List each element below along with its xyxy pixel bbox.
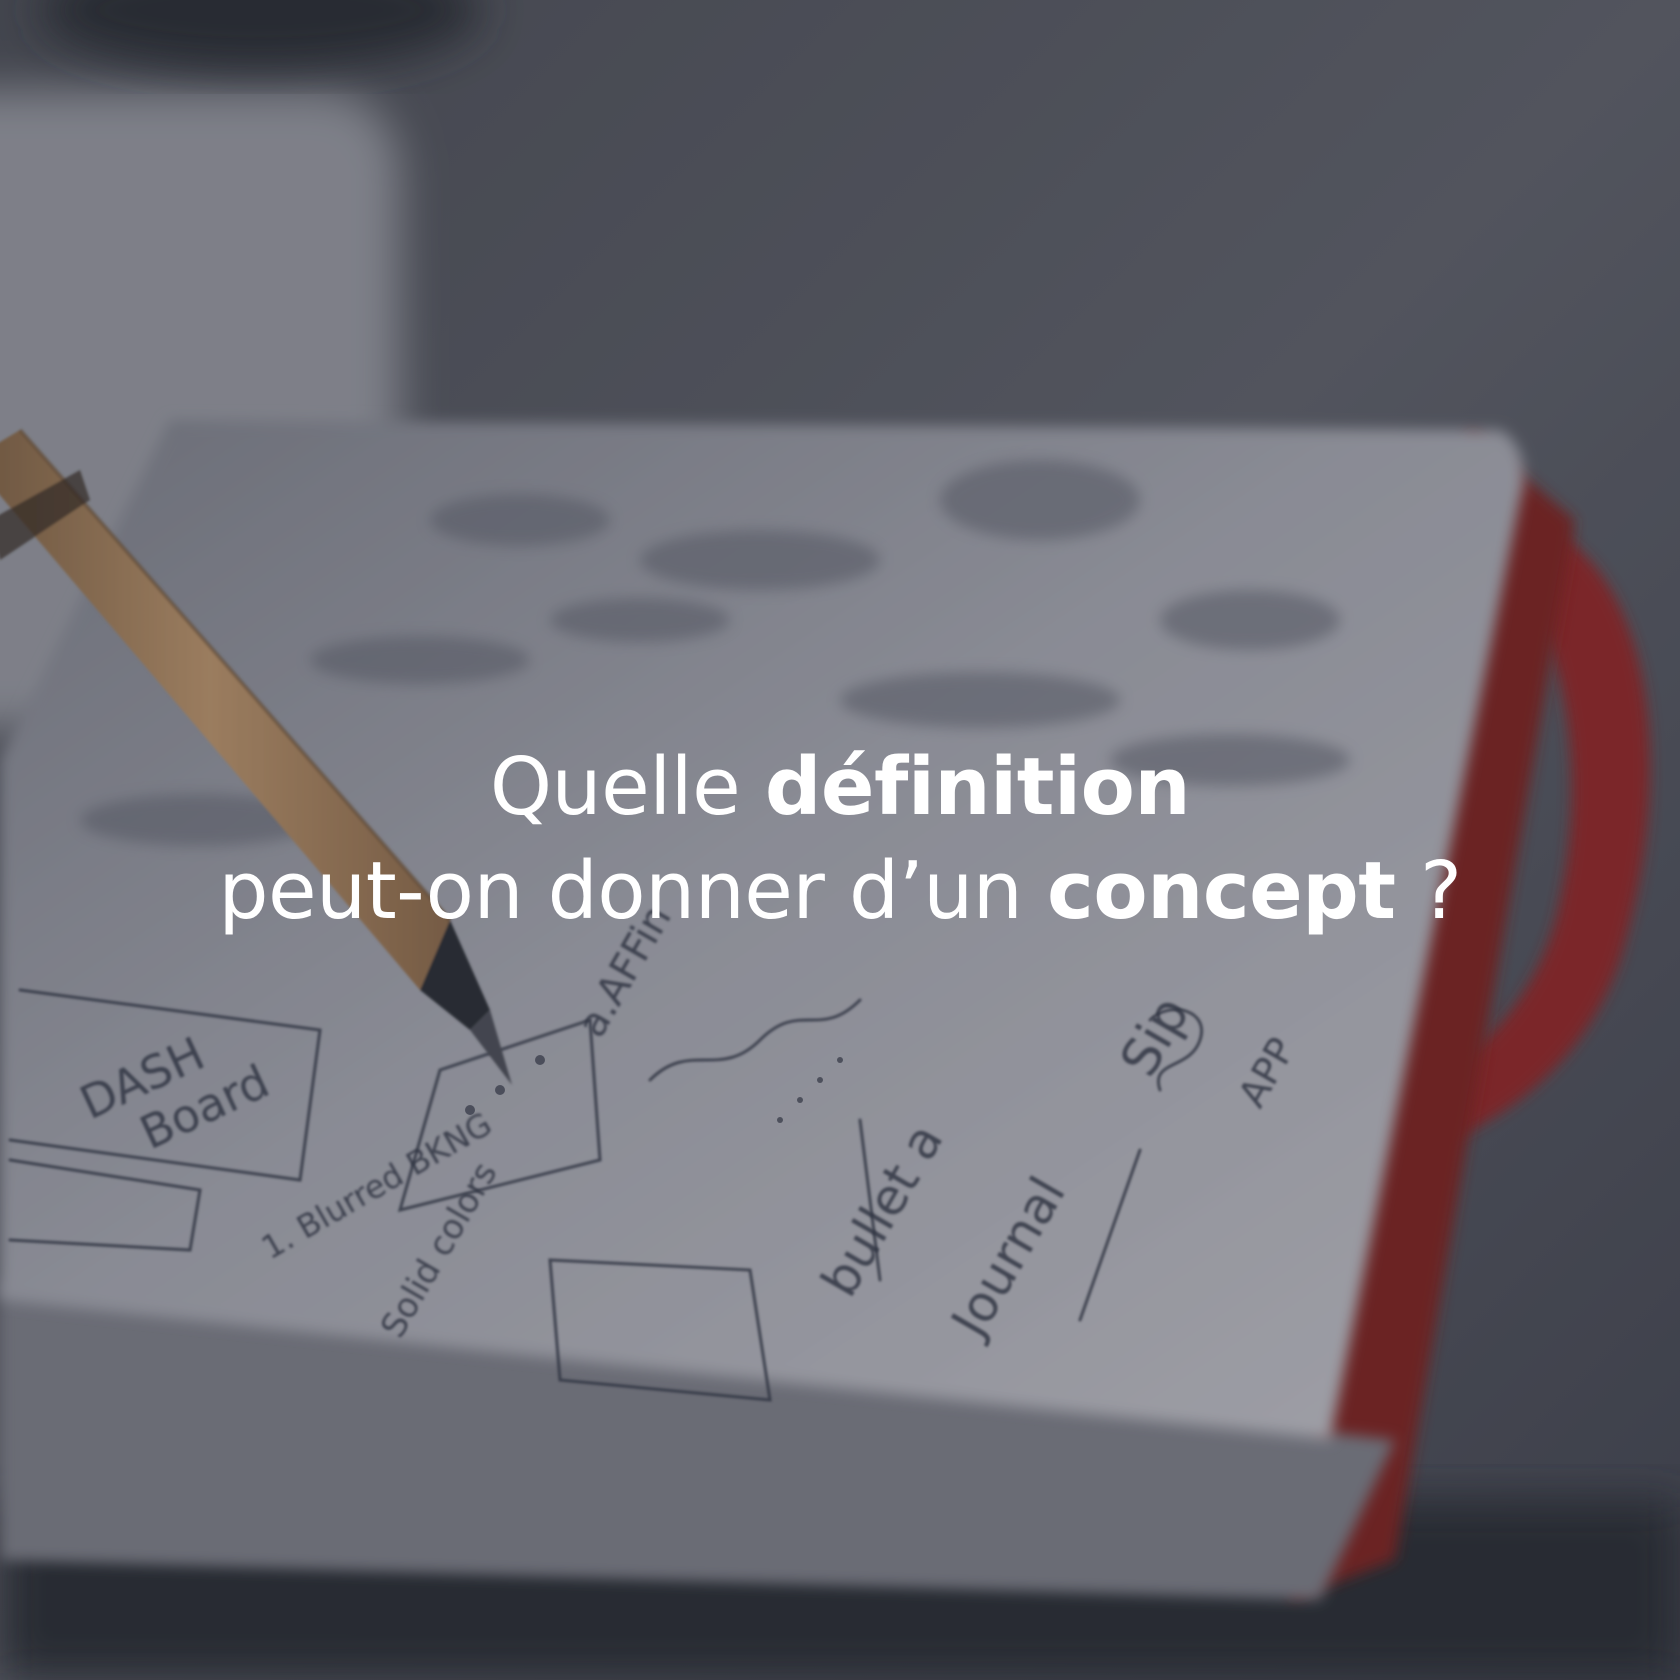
- headline-line-1: Quelle définition: [0, 735, 1680, 839]
- headline-line-1-text: Quelle: [489, 741, 765, 833]
- headline: Quelle définition peut-on donner d’un co…: [0, 735, 1680, 943]
- headline-line-1-emphasis: définition: [764, 741, 1191, 833]
- headline-line-2: peut-on donner d’un concept ?: [0, 839, 1680, 943]
- headline-line-2-tail: ?: [1395, 845, 1462, 937]
- headline-line-2-text: peut-on donner d’un: [218, 845, 1047, 937]
- poster: DASH Board 1. Blurred BKNG a.AFFin bulle…: [0, 0, 1680, 1680]
- headline-line-2-emphasis: concept: [1046, 845, 1396, 937]
